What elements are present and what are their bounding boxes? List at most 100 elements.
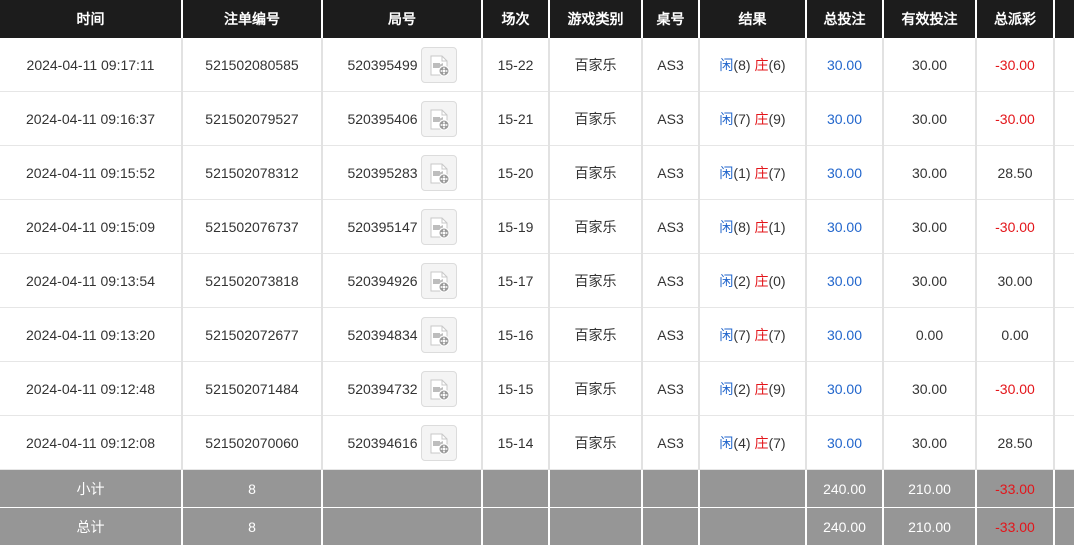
cell-payout: -30.00: [976, 38, 1054, 92]
table-row: 2024-04-11 09:13:54521502073818520394926…: [0, 254, 1074, 308]
cell-total-bet: 30.00: [806, 200, 883, 254]
video-replay-icon[interactable]: [421, 209, 457, 245]
grand-total-payout: -33.00: [976, 508, 1054, 545]
cell-result: 闲(7) 庄(9): [699, 92, 806, 146]
subtotal-empty: [642, 470, 699, 508]
cell-total-bet: 30.00: [806, 38, 883, 92]
cell-payout: 30.00: [976, 254, 1054, 308]
subtotal-empty: [482, 470, 549, 508]
cell-shoe: 15-20: [482, 146, 549, 200]
cell-shoe: 15-17: [482, 254, 549, 308]
banker-score: (7): [768, 435, 785, 451]
cell-payout: 28.50: [976, 416, 1054, 470]
video-replay-icon[interactable]: [421, 371, 457, 407]
col-header-table: 桌号: [642, 0, 699, 38]
video-replay-icon[interactable]: [421, 317, 457, 353]
col-header-time: 时间: [0, 0, 182, 38]
cell-time: 2024-04-11 09:13:20: [0, 308, 182, 362]
banker-label: 庄: [754, 435, 768, 451]
cell-table: AS3: [642, 362, 699, 416]
banker-score: (1): [768, 219, 785, 235]
cell-time: 2024-04-11 09:13:54: [0, 254, 182, 308]
cell-round: 520395147: [322, 200, 482, 254]
round-number: 520395406: [347, 111, 417, 127]
video-replay-icon[interactable]: [421, 101, 457, 137]
player-score: (8): [733, 219, 750, 235]
player-label: 闲: [719, 273, 733, 289]
player-label: 闲: [719, 435, 733, 451]
round-number: 520394834: [347, 327, 417, 343]
round-number: 520394732: [347, 381, 417, 397]
cell-table: AS3: [642, 416, 699, 470]
table-row: 2024-04-11 09:15:52521502078312520395283…: [0, 146, 1074, 200]
cell-bet-id: 521502080585: [182, 38, 322, 92]
cell-shoe: 15-16: [482, 308, 549, 362]
subtotal-label: 小计: [0, 470, 182, 508]
cell-shoe: 15-21: [482, 92, 549, 146]
cell-table: AS3: [642, 92, 699, 146]
table-row: 2024-04-11 09:16:37521502079527520395406…: [0, 92, 1074, 146]
cell-shoe: 15-15: [482, 362, 549, 416]
cell-bet-id: 521502076737: [182, 200, 322, 254]
grand-total-empty: [549, 508, 642, 545]
grand-total-row: 总计 8 240.00 210.00 -33.00: [0, 508, 1074, 545]
col-header-shoe: 场次: [482, 0, 549, 38]
cell-time: 2024-04-11 09:12:48: [0, 362, 182, 416]
cell-game: 百家乐: [549, 308, 642, 362]
player-label: 闲: [719, 219, 733, 235]
cell-valid-bet: 30.00: [883, 362, 976, 416]
cell-bet-id: 521502079527: [182, 92, 322, 146]
col-header-game: 游戏类别: [549, 0, 642, 38]
col-header-valid-bet: 有效投注: [883, 0, 976, 38]
col-header-extra: [1054, 0, 1074, 38]
cell-bet-id: 521502072677: [182, 308, 322, 362]
cell-result: 闲(2) 庄(9): [699, 362, 806, 416]
subtotal-count: 8: [182, 470, 322, 508]
cell-game: 百家乐: [549, 200, 642, 254]
player-score: (2): [733, 381, 750, 397]
col-header-payout: 总派彩: [976, 0, 1054, 38]
col-header-round: 局号: [322, 0, 482, 38]
cell-game: 百家乐: [549, 254, 642, 308]
cell-payout: -30.00: [976, 200, 1054, 254]
subtotal-empty: [699, 470, 806, 508]
cell-total-bet: 30.00: [806, 92, 883, 146]
player-score: (4): [733, 435, 750, 451]
cell-result: 闲(1) 庄(7): [699, 146, 806, 200]
grand-total-empty: [699, 508, 806, 545]
table-body: 2024-04-11 09:17:11521502080585520395499…: [0, 38, 1074, 470]
banker-label: 庄: [754, 327, 768, 343]
grand-total-empty: [322, 508, 482, 545]
cell-round: 520394834: [322, 308, 482, 362]
video-replay-icon[interactable]: [421, 425, 457, 461]
player-score: (7): [733, 327, 750, 343]
video-replay-icon[interactable]: [421, 263, 457, 299]
cell-result: 闲(4) 庄(7): [699, 416, 806, 470]
cell-total-bet: 30.00: [806, 146, 883, 200]
video-replay-icon[interactable]: [421, 155, 457, 191]
cell-payout: -30.00: [976, 92, 1054, 146]
player-label: 闲: [719, 381, 733, 397]
cell-time: 2024-04-11 09:17:11: [0, 38, 182, 92]
banker-label: 庄: [754, 57, 768, 73]
table-header-row: 时间 注单编号 局号 场次 游戏类别 桌号 结果 总投注 有效投注 总派彩: [0, 0, 1074, 38]
video-replay-icon[interactable]: [421, 47, 457, 83]
cell-round: 520394616: [322, 416, 482, 470]
player-score: (7): [733, 111, 750, 127]
cell-result: 闲(8) 庄(6): [699, 38, 806, 92]
subtotal-empty: [1054, 470, 1074, 508]
cell-time: 2024-04-11 09:12:08: [0, 416, 182, 470]
cell-valid-bet: 30.00: [883, 146, 976, 200]
cell-result: 闲(8) 庄(1): [699, 200, 806, 254]
cell-extra: [1054, 200, 1074, 254]
cell-total-bet: 30.00: [806, 416, 883, 470]
cell-shoe: 15-22: [482, 38, 549, 92]
cell-total-bet: 30.00: [806, 308, 883, 362]
cell-extra: [1054, 92, 1074, 146]
player-score: (1): [733, 165, 750, 181]
cell-extra: [1054, 308, 1074, 362]
round-number: 520395147: [347, 219, 417, 235]
cell-shoe: 15-19: [482, 200, 549, 254]
cell-table: AS3: [642, 200, 699, 254]
cell-result: 闲(7) 庄(7): [699, 308, 806, 362]
